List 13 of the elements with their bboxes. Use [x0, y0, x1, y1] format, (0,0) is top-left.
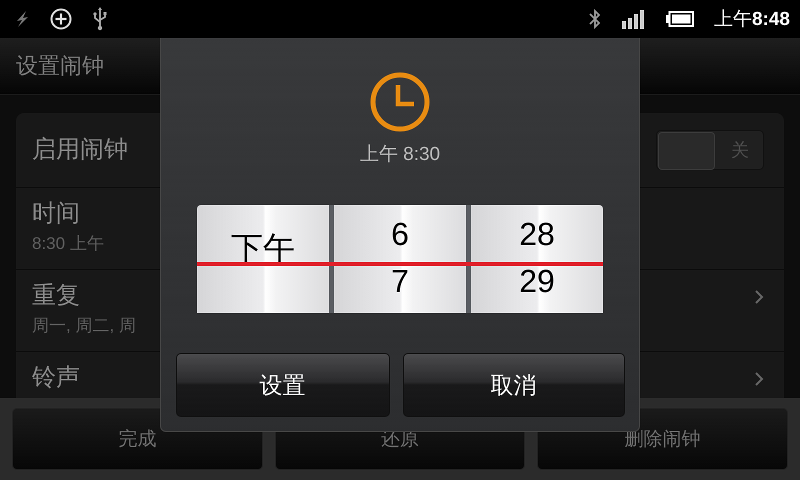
setting-label: 铃声 — [32, 363, 80, 393]
picker-value: 28 — [519, 215, 555, 254]
setting-label: 时间 — [32, 199, 80, 229]
clock-time: 上午8:48 — [714, 8, 790, 32]
picker-value: 29 — [519, 262, 555, 301]
setting-label: 启用闹钟 — [32, 135, 128, 165]
picker-value: 6 — [391, 215, 409, 254]
picker-value: 7 — [391, 262, 409, 301]
picker-value: 下午 — [231, 229, 295, 268]
setting-label: 重复 — [32, 281, 80, 311]
setting-value: 8:30 上午 — [32, 233, 104, 255]
setting-value: 周一, 周二, 周 — [32, 315, 136, 337]
dialog-subtitle: 上午 8:30 — [360, 143, 440, 167]
